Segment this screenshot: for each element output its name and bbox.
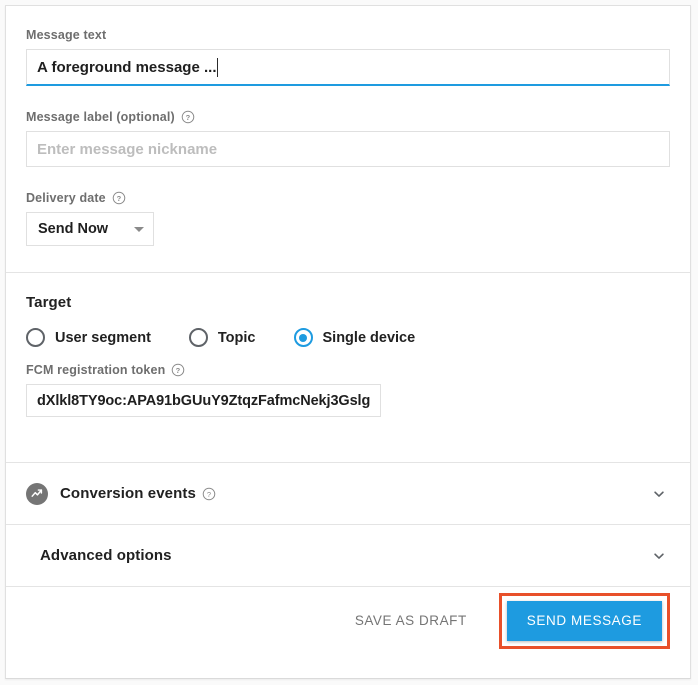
accordion-advanced-options-left: Advanced options bbox=[26, 547, 652, 564]
radio-unchecked-icon bbox=[188, 328, 208, 347]
chevron-down-icon[interactable] bbox=[652, 549, 666, 563]
compose-card: Message text A foreground message ... Me… bbox=[5, 5, 691, 679]
dropdown-arrow-icon bbox=[134, 226, 144, 232]
delivery-date-label: Delivery date ? bbox=[26, 191, 670, 205]
accordion-conversion-events-title: Conversion events bbox=[60, 485, 196, 502]
radio-unchecked-icon bbox=[26, 328, 45, 347]
save-as-draft-button[interactable]: SAVE AS DRAFT bbox=[341, 603, 481, 638]
svg-text:?: ? bbox=[116, 194, 121, 203]
target-title: Target bbox=[26, 294, 72, 311]
accordion-conversion-events-left: Conversion events ? bbox=[26, 482, 652, 505]
radio-topic[interactable]: Topic bbox=[188, 328, 256, 347]
radio-single-device[interactable]: Single device bbox=[293, 328, 416, 347]
analytics-circle-icon bbox=[26, 482, 48, 505]
delivery-date-selected-value: Send Now bbox=[38, 221, 109, 237]
message-text-value: A foreground message ... bbox=[37, 58, 217, 76]
target-section: Target User segment Topic Single device … bbox=[6, 273, 690, 462]
message-section: Message text A foreground message ... Me… bbox=[6, 6, 690, 272]
fcm-token-label-text: FCM registration token bbox=[26, 363, 166, 377]
message-label-placeholder: Enter message nickname bbox=[37, 140, 218, 158]
target-radio-group: User segment Topic Single device bbox=[26, 328, 670, 347]
fcm-token-label: FCM registration token ? bbox=[26, 363, 670, 377]
help-circle-icon[interactable]: ? bbox=[181, 110, 195, 124]
radio-user-segment-label: User segment bbox=[55, 329, 151, 346]
fcm-token-value: dXlkl8TY9oc:APA91bGUuY9ZtqzFafmcNekj3Gsl… bbox=[37, 392, 371, 409]
message-label-label-text: Message label (optional) bbox=[26, 110, 175, 124]
radio-user-segment[interactable]: User segment bbox=[26, 328, 151, 347]
delivery-date-select[interactable]: Send Now bbox=[26, 212, 154, 246]
help-circle-icon[interactable]: ? bbox=[171, 363, 185, 377]
send-message-highlight: SEND MESSAGE bbox=[498, 592, 670, 649]
message-label-label: Message label (optional) ? bbox=[26, 110, 670, 124]
delivery-date-label-text: Delivery date bbox=[26, 191, 106, 205]
firebase-compose-notification-page: Message text A foreground message ... Me… bbox=[0, 0, 698, 685]
text-caret bbox=[217, 57, 219, 77]
radio-single-device-label: Single device bbox=[322, 329, 416, 346]
accordion-conversion-events[interactable]: Conversion events ? bbox=[6, 463, 690, 524]
svg-text:?: ? bbox=[185, 113, 190, 122]
help-circle-icon[interactable]: ? bbox=[112, 191, 126, 205]
chevron-down-icon[interactable] bbox=[652, 487, 666, 501]
accordion-advanced-options[interactable]: Advanced options bbox=[6, 525, 690, 586]
accordion-advanced-options-title: Advanced options bbox=[40, 547, 172, 564]
svg-text:?: ? bbox=[176, 366, 181, 375]
fcm-token-input[interactable]: dXlkl8TY9oc:APA91bGUuY9ZtqzFafmcNekj3Gsl… bbox=[26, 384, 382, 417]
send-message-button[interactable]: SEND MESSAGE bbox=[506, 600, 662, 641]
message-text-label: Message text bbox=[26, 28, 670, 42]
radio-checked-icon bbox=[293, 328, 313, 347]
message-text-input[interactable]: A foreground message ... bbox=[26, 49, 670, 86]
form-footer: SAVE AS DRAFT SEND MESSAGE bbox=[6, 587, 690, 654]
message-label-input[interactable]: Enter message nickname bbox=[26, 131, 670, 167]
svg-text:?: ? bbox=[207, 489, 211, 498]
radio-topic-label: Topic bbox=[217, 329, 256, 346]
message-text-label-text: Message text bbox=[26, 28, 107, 42]
help-circle-icon[interactable]: ? bbox=[202, 487, 216, 501]
